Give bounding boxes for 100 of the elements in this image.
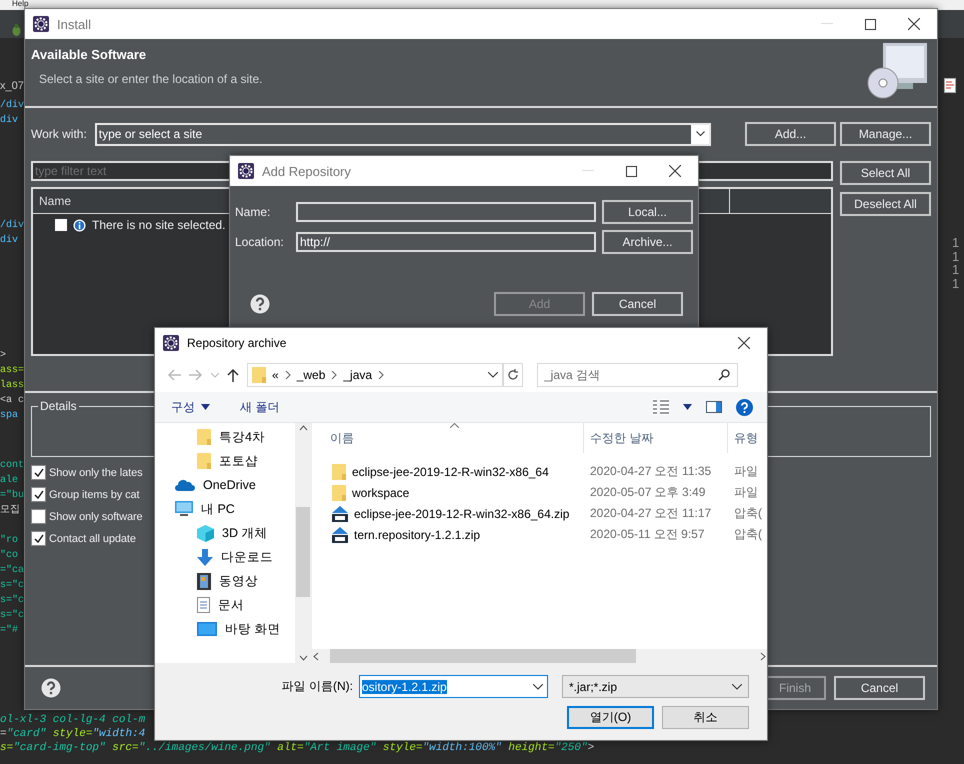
checkbox[interactable] [31, 487, 46, 502]
local-button[interactable]: Local... [602, 200, 693, 224]
scroll-left-icon[interactable] [312, 652, 320, 660]
file-name-field[interactable]: ository-1.2.1.zip [359, 675, 548, 698]
chevron-down-icon[interactable] [488, 372, 498, 378]
menu-item[interactable]: Help [12, 0, 28, 8]
code-fragment: 모집 [0, 504, 21, 518]
nav-item[interactable]: 3D 개체 [155, 521, 293, 545]
file-type-dropdown[interactable]: *.jar;*.zip [562, 675, 749, 698]
maximize-icon[interactable] [865, 18, 876, 30]
code-line: ol-xl-3 col-lg-4 col-m [0, 713, 146, 727]
refresh-icon[interactable] [507, 369, 519, 381]
checkbox-label[interactable]: Contact all update [49, 532, 136, 544]
scrollbar[interactable] [295, 423, 311, 663]
site-combo-box[interactable]: type or select a site [94, 122, 711, 146]
file-name[interactable]: eclipse-jee-2019-12-R-win32-x86_64.zip [354, 506, 570, 520]
column-header[interactable]: 이름 [312, 423, 584, 453]
nav-item[interactable]: 다운로드 [155, 545, 293, 569]
code-fragment: ale [0, 474, 20, 488]
help-icon[interactable] [41, 678, 61, 698]
zip-archive-icon [332, 506, 348, 522]
document-icon[interactable] [944, 78, 956, 93]
chevron-down-icon[interactable] [533, 684, 543, 690]
window-title: Install [57, 16, 91, 32]
code-fragment: <a c [0, 394, 24, 408]
gear-icon [33, 16, 49, 32]
bug-icon[interactable] [11, 24, 22, 36]
chevron-down-icon [732, 684, 742, 690]
code-fragment: "co [0, 548, 20, 563]
window-title: Add Repository [262, 164, 351, 178]
organize-menu[interactable]: 구성 [171, 398, 195, 416]
checkbox-label[interactable]: Show only software [49, 510, 143, 522]
caret-icon [201, 404, 210, 410]
code-fragment: /div [0, 218, 24, 233]
scroll-up-icon[interactable] [298, 423, 308, 433]
code-fragment: div [0, 114, 20, 128]
close-icon[interactable] [738, 337, 750, 349]
nav-item[interactable]: 문서 [155, 593, 293, 617]
line-number: 1 [952, 276, 960, 290]
search-icon [718, 369, 730, 381]
folder-icon [197, 429, 211, 445]
code-fragment: "ro [0, 534, 20, 548]
checkbox[interactable] [31, 509, 46, 524]
archive-button[interactable]: Archive... [602, 230, 693, 254]
help-icon[interactable] [736, 398, 753, 416]
editor-tab[interactable]: x_07 [0, 79, 24, 93]
file-name[interactable]: eclipse-jee-2019-12-R-win32-x86_64 [352, 464, 549, 478]
breadcrumb[interactable]: « [272, 368, 279, 382]
code-fragment: ="# [0, 624, 20, 638]
checkbox[interactable] [31, 465, 46, 480]
nav-item[interactable]: 동영상 [155, 569, 293, 593]
chevron-down-icon [696, 131, 704, 137]
location-field[interactable]: http:// [296, 232, 596, 252]
code-fragment: > [0, 349, 8, 363]
view-options-icon[interactable] [653, 400, 669, 414]
address-bar[interactable]: « _web _java [247, 363, 503, 387]
deselect-all-button[interactable]: Deselect All [840, 192, 931, 216]
nav-item[interactable]: 바탕 화면 [155, 617, 293, 641]
up-arrow-icon[interactable] [227, 368, 239, 382]
manage-button[interactable]: Manage... [840, 122, 931, 146]
checkbox-label[interactable]: Group items by cat [49, 488, 140, 500]
file-name[interactable]: workspace [352, 486, 410, 500]
folder-icon [332, 484, 346, 500]
page-subtitle: Select a site or enter the location of a site. [39, 72, 264, 86]
cancel-button[interactable]: Cancel [592, 292, 683, 316]
breadcrumb[interactable]: _java [343, 368, 372, 382]
nav-item[interactable]: 내 PC [155, 497, 293, 521]
file-name[interactable]: tern.repository-1.2.1.zip [354, 528, 480, 542]
column-header[interactable]: 수정한 날짜 [584, 423, 728, 453]
checkbox[interactable] [55, 219, 67, 231]
code-fragment: s="c [0, 608, 24, 623]
checkbox-label[interactable]: Show only the lates [49, 466, 142, 478]
preview-pane-icon[interactable] [706, 401, 722, 413]
nav-item[interactable]: 특강4차 [155, 425, 293, 449]
column-header[interactable]: 유형 [728, 430, 758, 446]
code-fragment: ="ca [0, 564, 24, 578]
scrollbar[interactable] [312, 649, 767, 663]
film-icon [197, 572, 211, 590]
open-button[interactable]: 열기(O) [567, 706, 654, 729]
name-field[interactable] [296, 202, 596, 222]
scroll-right-icon[interactable] [759, 652, 767, 660]
select-all-button[interactable]: Select All [840, 161, 931, 185]
help-icon[interactable] [250, 294, 270, 314]
cancel-button[interactable]: 취소 [662, 706, 749, 729]
new-folder-button[interactable]: 새 폴더 [240, 398, 280, 416]
file-type: 파일 [733, 463, 758, 480]
add-button[interactable]: Add... [745, 122, 836, 146]
close-icon[interactable] [908, 18, 920, 30]
maximize-icon[interactable] [626, 166, 637, 176]
field-label: Location: [235, 235, 285, 249]
breadcrumb[interactable]: _web [296, 368, 326, 382]
checkbox[interactable] [31, 531, 46, 546]
cancel-button[interactable]: Cancel [834, 676, 925, 700]
nav-item[interactable]: OneDrive [155, 473, 293, 497]
desktop-icon [197, 622, 217, 636]
scroll-down-icon[interactable] [298, 653, 308, 663]
folder-icon [252, 367, 266, 383]
search-field[interactable]: _java 검색 [537, 363, 738, 387]
close-icon[interactable] [669, 165, 681, 177]
field-label: Name: [235, 205, 272, 219]
